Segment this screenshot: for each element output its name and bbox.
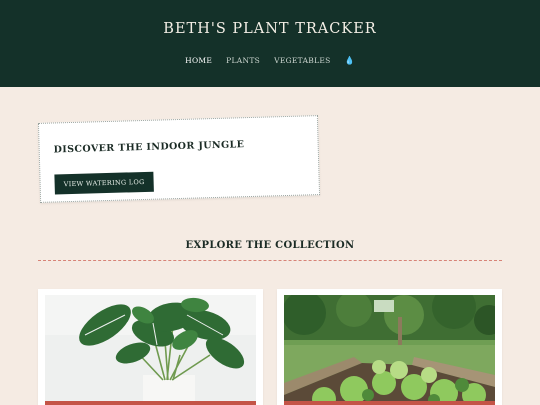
nav-plants[interactable]: PLANTS [226,56,260,66]
nav-home[interactable]: HOME [185,56,212,66]
view-watering-log-button[interactable]: VIEW WATERING LOG [54,171,154,195]
card-accent-bar [45,401,256,405]
water-drop-icon[interactable]: 💧 [345,56,355,66]
card-accent-bar [284,401,495,405]
monstera-plant-photo [45,295,256,405]
collection-card-monstera[interactable] [38,289,263,405]
raised-garden-bed-photo [284,295,495,405]
hero-card: DISCOVER THE INDOOR JUNGLE VIEW WATERING… [37,115,321,203]
site-header: BETH'S PLANT TRACKER HOME PLANTS VEGETAB… [0,0,540,87]
nav-vegetables[interactable]: VEGETABLES [274,56,330,66]
hero-title: DISCOVER THE INDOOR JUNGLE [53,139,245,156]
main-nav: HOME PLANTS VEGETABLES 💧 [0,56,540,66]
section-title: EXPLORE THE COLLECTION [185,240,355,251]
site-title[interactable]: BETH'S PLANT TRACKER [0,21,540,37]
collection-card-vegetables[interactable] [277,289,502,405]
section-divider [38,260,502,261]
